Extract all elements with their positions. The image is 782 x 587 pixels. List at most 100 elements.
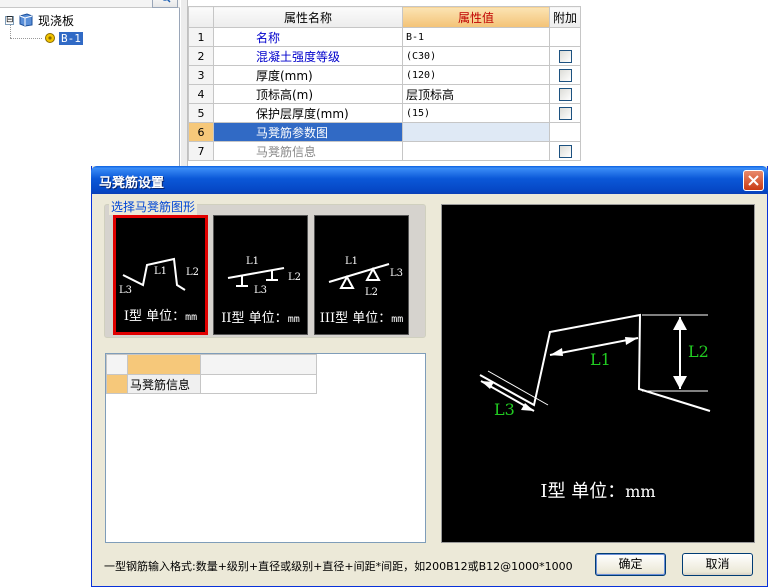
type-3-caption: III型 单位：mm xyxy=(315,307,408,326)
table-row[interactable]: 1 名称 B-1 xyxy=(188,27,581,47)
stirrup-info-label: 马凳筋信息 xyxy=(127,374,201,394)
extra-cell xyxy=(549,122,581,142)
type-2-name: II型 xyxy=(221,311,245,326)
preview-unit-label: 单位： xyxy=(571,481,626,502)
gear-component-icon xyxy=(45,33,55,43)
shape-group-label: 选择马凳筋图形 xyxy=(109,198,198,215)
property-value[interactable]: (15) xyxy=(402,103,550,123)
extra-checkbox[interactable] xyxy=(558,50,572,63)
shape-option-type-1[interactable]: L1 L2 L3 I型 单位：mm xyxy=(113,215,208,335)
type-3-unit: mm xyxy=(391,314,404,325)
type-1-name: I型 xyxy=(123,309,142,324)
row-index: 2 xyxy=(188,46,214,66)
table-row[interactable]: 2 混凝土强度等级 (C30) xyxy=(188,46,581,66)
table-row[interactable]: 马凳筋信息 xyxy=(106,374,317,394)
row-index xyxy=(106,374,128,394)
type-2-label-l3: L3 xyxy=(254,285,267,296)
shape-option-type-2[interactable]: L1 L2 L3 II型 单位：mm xyxy=(213,215,308,335)
tree-collapse-toggle[interactable]: ⊟ xyxy=(5,15,14,25)
stirrup-settings-dialog: 马凳筋设置 选择马凳筋图形 L1 L2 L3 I型 单位：mm L1 L2 L3… xyxy=(91,166,768,587)
type-1-unit: mm xyxy=(185,312,198,323)
preview-label-l2: L2 xyxy=(688,342,709,361)
column-header xyxy=(200,354,317,375)
type-1-unit-label: 单位： xyxy=(146,309,186,324)
search-icon xyxy=(162,0,171,3)
cancel-button[interactable]: 取消 xyxy=(682,553,753,576)
row-index: 7 xyxy=(188,141,214,161)
property-name[interactable]: 顶标高(m) xyxy=(213,84,403,104)
table-row[interactable]: 5 保护层厚度(mm) (15) xyxy=(188,103,581,123)
row-index: 5 xyxy=(188,103,214,123)
row-index: 3 xyxy=(188,65,214,85)
dialog-title: 马凳筋设置 xyxy=(99,176,165,191)
property-value[interactable]: 层顶标高 xyxy=(402,84,550,104)
type-3-label-l3: L3 xyxy=(390,268,403,279)
property-name[interactable]: 名称 xyxy=(213,27,403,47)
stirrup-info-value[interactable] xyxy=(200,374,317,394)
tree-node-root[interactable]: ⊟ 现浇板 xyxy=(5,12,74,28)
property-value[interactable] xyxy=(402,141,550,161)
property-name[interactable]: 保护层厚度(mm) xyxy=(213,103,403,123)
type-1-label-l2: L2 xyxy=(186,267,199,278)
type-3-unit-label: 单位： xyxy=(352,311,392,326)
type-1-label-l1: L1 xyxy=(154,266,167,277)
property-name[interactable]: 马凳筋信息 xyxy=(213,141,403,161)
close-button[interactable] xyxy=(743,170,764,191)
ok-button[interactable]: 确定 xyxy=(595,553,666,576)
type-3-label-l1: L1 xyxy=(345,256,358,267)
preview-label-l1: L1 xyxy=(590,350,611,369)
property-value[interactable]: (C30) xyxy=(402,46,550,66)
extra-checkbox[interactable] xyxy=(558,88,572,101)
property-grid: 属性名称 属性值 附加 1 名称 B-1 2 混凝土强度等级 (C30) 3 厚… xyxy=(188,6,782,161)
shape-preview: L1 L2 L3 I型 单位：mm xyxy=(441,204,755,543)
type-1-caption: I型 单位：mm xyxy=(116,305,205,324)
extra-checkbox[interactable] xyxy=(558,145,572,158)
property-value[interactable] xyxy=(402,122,550,142)
dialog-titlebar[interactable]: 马凳筋设置 xyxy=(91,166,768,194)
shape-option-type-3[interactable]: L1 L3 L2 III型 单位：mm xyxy=(314,215,409,335)
type-3-name: III型 xyxy=(319,311,349,326)
tree-search-button[interactable] xyxy=(152,0,178,8)
type-2-label-l2: L2 xyxy=(288,272,301,283)
row-index: 1 xyxy=(188,27,214,47)
property-name[interactable]: 马凳筋参数图 xyxy=(213,122,403,142)
property-value[interactable]: (120) xyxy=(402,65,550,85)
row-index: 4 xyxy=(188,84,214,104)
column-header-value[interactable]: 属性值 xyxy=(402,6,550,28)
type-3-label-l2: L2 xyxy=(365,287,378,298)
tree-child-label: B-1 xyxy=(59,31,83,45)
column-header xyxy=(127,354,201,375)
input-format-hint: 一型钢筋输入格式:数量+级别+直径或级别+直径+间距*间距，如200B12或B1… xyxy=(104,560,573,573)
table-row[interactable]: 3 厚度(mm) (120) xyxy=(188,65,581,85)
property-name[interactable]: 厚度(mm) xyxy=(213,65,403,85)
property-value[interactable]: B-1 xyxy=(402,27,550,47)
grid-corner xyxy=(188,6,214,28)
preview-type: I型 xyxy=(540,481,566,502)
row-index: 6 xyxy=(188,122,214,142)
table-row[interactable]: 7 马凳筋信息 xyxy=(188,141,581,161)
tree-node-b1[interactable]: B-1 xyxy=(44,30,83,46)
stirrup-info-panel: 马凳筋信息 xyxy=(105,353,426,543)
column-header-name[interactable]: 属性名称 xyxy=(213,6,403,28)
type-2-label-l1: L1 xyxy=(246,256,259,267)
extra-cell xyxy=(549,27,581,47)
preview-caption: I型 单位：mm xyxy=(442,477,754,503)
close-icon xyxy=(748,175,759,186)
extra-checkbox[interactable] xyxy=(558,69,572,82)
preview-label-l3: L3 xyxy=(494,400,515,419)
table-row[interactable]: 4 顶标高(m) 层顶标高 xyxy=(188,84,581,104)
type-2-unit-label: 单位： xyxy=(248,311,288,326)
tree-root-label: 现浇板 xyxy=(38,13,75,28)
preview-unit: mm xyxy=(625,482,656,501)
stirrup-info-grid: 马凳筋信息 xyxy=(106,354,317,394)
shape-selection-group: 选择马凳筋图形 L1 L2 L3 I型 单位：mm L1 L2 L3 II型 单… xyxy=(104,198,426,338)
grid-corner xyxy=(106,354,128,375)
column-header-extra[interactable]: 附加 xyxy=(549,6,581,28)
property-name[interactable]: 混凝土强度等级 xyxy=(213,46,403,66)
table-row-selected[interactable]: 6 马凳筋参数图 xyxy=(188,122,581,142)
type-1-label-l3: L3 xyxy=(119,285,132,296)
type-2-unit: mm xyxy=(287,314,300,325)
slab-folder-icon xyxy=(19,13,33,27)
type-2-caption: II型 单位：mm xyxy=(214,307,307,326)
extra-checkbox[interactable] xyxy=(558,107,572,120)
